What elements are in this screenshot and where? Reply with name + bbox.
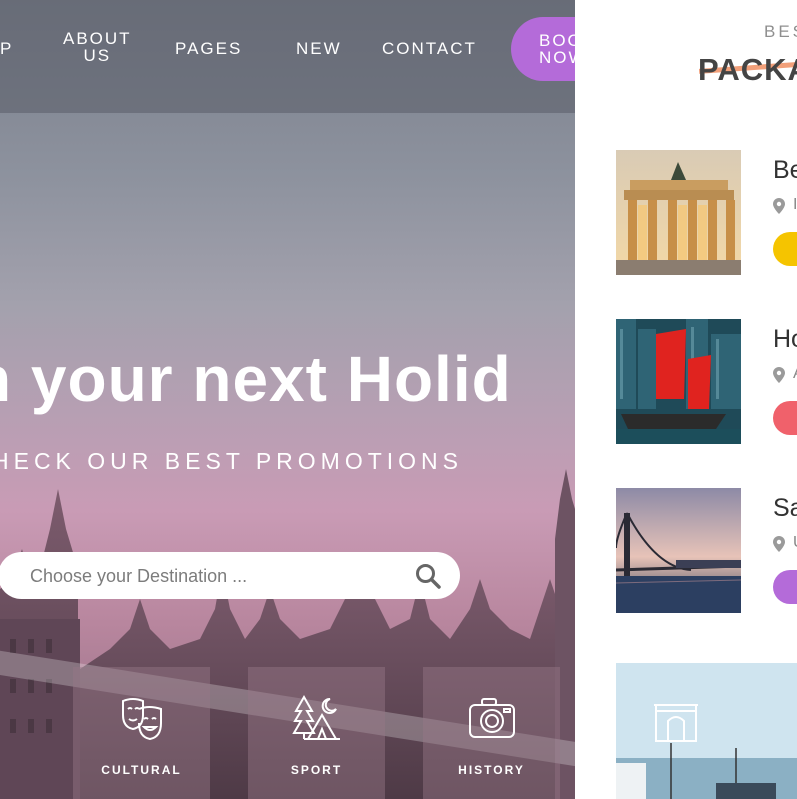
category-cultural-label: CULTURAL <box>101 763 182 777</box>
location-pin-icon <box>773 367 785 383</box>
location-pin-icon <box>773 198 785 214</box>
destination-search-input[interactable] <box>28 552 412 601</box>
hero-subtitle-text: HECK OUR BEST PROMOTIONS <box>0 448 464 474</box>
category-sport-label: SPORT <box>290 763 343 777</box>
category-history[interactable]: HISTORY <box>423 667 560 799</box>
package-image-bridge[interactable] <box>616 488 741 613</box>
package-title[interactable]: Sa <box>773 494 797 523</box>
package-image-junk-boat[interactable] <box>616 319 741 444</box>
destination-search-bar <box>0 552 460 601</box>
category-cultural[interactable]: CULTURAL <box>73 667 210 799</box>
hero-title-text: h your next Holid <box>0 343 512 415</box>
packages-sidebar: BES PACKA Be I <box>575 0 797 799</box>
nav-item-new[interactable]: NEW <box>296 40 342 57</box>
hero-title: h your next Holid <box>0 342 575 416</box>
top-navbar: P ABOUT US PAGES NEW CONTACT BOOK NOW <box>0 0 621 113</box>
packages-heading: PACKA <box>698 52 797 87</box>
nav-item-contact[interactable]: CONTACT <box>382 40 477 57</box>
package-card[interactable]: Sa U <box>616 488 797 613</box>
search-icon[interactable] <box>415 563 441 589</box>
package-price-tag[interactable] <box>773 401 797 435</box>
package-location: I <box>793 196 797 213</box>
theater-masks-icon <box>122 698 162 741</box>
package-location: U <box>793 534 797 552</box>
featured-package-image[interactable] <box>616 663 797 799</box>
package-card[interactable]: Ho A <box>616 319 797 444</box>
package-card[interactable]: Be I <box>616 150 797 275</box>
nav-item-pages[interactable]: PAGES <box>175 40 242 57</box>
package-location: A <box>793 365 797 383</box>
package-title[interactable]: Be <box>773 156 797 185</box>
camping-icon <box>292 694 340 740</box>
packages-kicker: BES <box>764 22 797 41</box>
package-image-gate[interactable] <box>616 150 741 275</box>
hero-subtitle: HECK OUR BEST PROMOTIONS <box>0 448 575 475</box>
location-pin-icon <box>773 536 785 552</box>
camera-icon <box>469 698 515 738</box>
package-price-tag[interactable] <box>773 232 797 266</box>
category-history-label: HISTORY <box>458 763 525 777</box>
package-price-tag[interactable] <box>773 570 797 604</box>
nav-item-partial[interactable]: P <box>0 40 13 57</box>
nav-item-about-us[interactable]: ABOUT US <box>63 30 132 64</box>
package-title[interactable]: Ho <box>773 325 797 354</box>
category-sport[interactable]: SPORT <box>248 667 385 799</box>
